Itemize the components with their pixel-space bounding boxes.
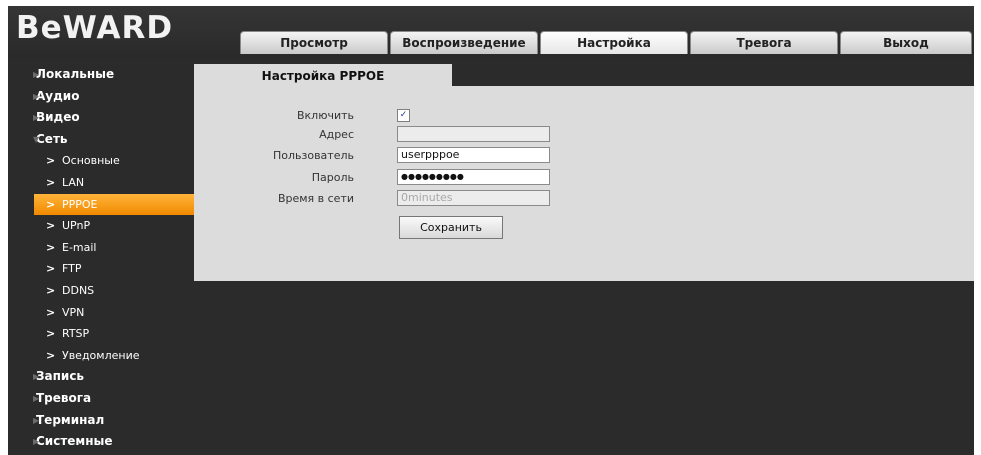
tab-logout[interactable]: Выход (840, 31, 972, 54)
tab-view[interactable]: Просмотр (240, 31, 388, 54)
user-field[interactable]: userpppoe (397, 147, 550, 163)
collapsed-arrow-icon: ▶ (33, 437, 40, 447)
collapsed-arrow-icon: ▶ (33, 70, 40, 79)
sidebar-item-rtsp[interactable]: > RTSP (8, 323, 194, 345)
chevron-right-icon: > (46, 305, 56, 319)
online-time-row: Время в сети 0minutes (194, 190, 754, 208)
sidebar-item-record[interactable]: ▶ Запись (8, 366, 194, 388)
app-frame: BeWARD Просмотр Воспроизведение Настройк… (8, 6, 974, 455)
tab-alarm[interactable]: Тревога (690, 31, 838, 54)
password-row: Пароль ●●●●●●●●● (194, 169, 754, 187)
chevron-right-icon: > (46, 197, 56, 211)
user-label: Пользователь (272, 149, 354, 162)
sidebar-item-upnp[interactable]: > UPnP (8, 215, 194, 237)
chevron-right-icon: > (46, 283, 56, 297)
chevron-right-icon: > (46, 262, 56, 276)
password-label: Пароль (311, 171, 354, 184)
password-field[interactable]: ●●●●●●●●● (397, 169, 550, 185)
sidebar-item-ftp[interactable]: > FTP (8, 258, 194, 280)
sidebar-item-system[interactable]: ▶ Системные (8, 431, 194, 453)
address-label: Адрес (319, 128, 354, 141)
sidebar-item-vpn[interactable]: > VPN (8, 302, 194, 324)
address-row: Адрес (194, 126, 754, 144)
sidebar-item-local[interactable]: ▶ Локальные (8, 64, 194, 86)
beward-logo: BeWARD (16, 10, 174, 46)
save-button[interactable]: Сохранить (399, 216, 503, 239)
user-row: Пользователь userpppoe (194, 147, 754, 165)
sidebar-item-notification[interactable]: > Уведомление (8, 345, 194, 367)
collapsed-arrow-icon: ▶ (33, 113, 40, 123)
collapsed-arrow-icon: ▶ (33, 415, 40, 425)
check-icon: ✓ (399, 110, 408, 120)
collapsed-arrow-icon: ▶ (33, 372, 40, 382)
panel-title: Настройка PPPOE (194, 64, 452, 88)
address-field[interactable] (397, 126, 550, 142)
tab-settings[interactable]: Настройка (540, 31, 688, 54)
enable-label: Включить (296, 109, 354, 122)
enable-checkbox[interactable]: ✓ (397, 109, 410, 122)
online-time-field: 0minutes (397, 190, 550, 206)
enable-row: Включить ✓ (194, 107, 754, 125)
sidebar-item-alarm[interactable]: ▶ Тревога (8, 388, 194, 410)
chevron-right-icon: > (46, 219, 56, 233)
sidebar-item-email[interactable]: > E-mail (8, 237, 194, 259)
chevron-right-icon: > (46, 240, 56, 254)
tab-playback[interactable]: Воспроизведение (390, 31, 538, 54)
sidebar-item-audio[interactable]: ▶ Аудио (8, 86, 194, 108)
chevron-right-icon: > (46, 154, 56, 168)
header: BeWARD Просмотр Воспроизведение Настройк… (8, 6, 974, 58)
collapsed-arrow-icon: ▶ (33, 393, 40, 403)
chevron-right-icon: > (46, 327, 56, 341)
sidebar-item-ddns[interactable]: > DDNS (8, 280, 194, 302)
expanded-arrow-icon: ▼ (33, 134, 40, 144)
chevron-right-icon: > (46, 175, 56, 189)
collapsed-arrow-icon: ▶ (33, 91, 40, 101)
chevron-right-icon: > (46, 348, 56, 362)
online-time-label: Время в сети (277, 192, 354, 205)
sidebar-item-terminal[interactable]: ▶ Терминал (8, 410, 194, 432)
